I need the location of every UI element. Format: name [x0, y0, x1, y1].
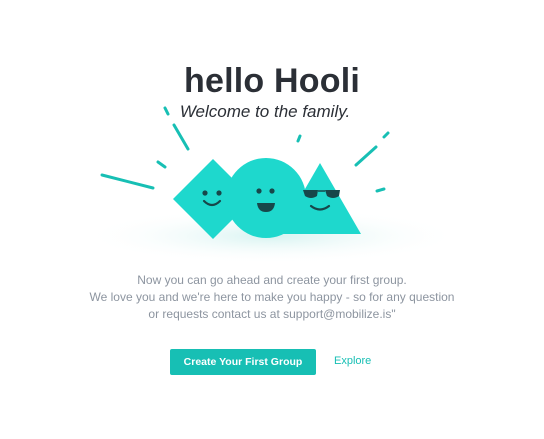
welcome-message: Now you can go ahead and create your fir…: [0, 272, 544, 323]
message-line: or requests contact us at support@mobili…: [148, 307, 396, 321]
explore-link[interactable]: Explore: [334, 355, 371, 367]
message-line: We love you and we're here to make you h…: [89, 290, 455, 304]
message-line: Now you can go ahead and create your fir…: [137, 273, 407, 287]
create-first-group-button[interactable]: Create Your First Group: [170, 349, 316, 375]
